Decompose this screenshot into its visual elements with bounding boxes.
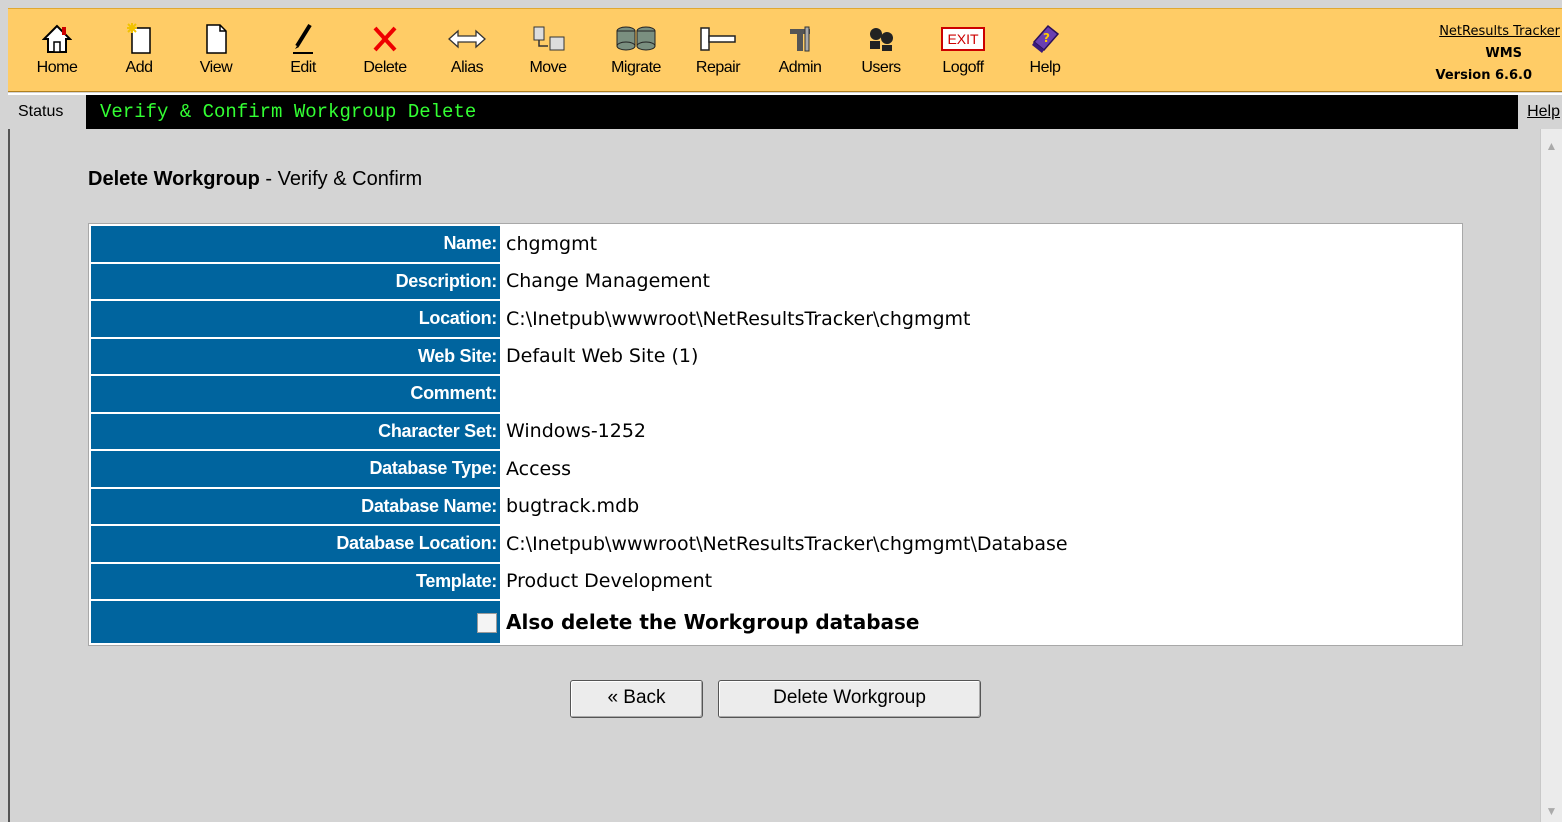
- table-row: Template: Product Development: [91, 563, 1460, 599]
- view-icon: [181, 21, 251, 57]
- status-bar: Status Verify & Confirm Workgroup Delete…: [8, 93, 1562, 129]
- product-edition: WMS: [1485, 46, 1522, 61]
- page-title-subtitle: - Verify & Confirm: [259, 168, 423, 190]
- row-value: Product Development: [502, 563, 1460, 599]
- product-branding: NetResults Tracker WMS Version 6.6.0: [1436, 21, 1561, 87]
- row-label: Web Site:: [91, 338, 500, 374]
- users-icon: [846, 21, 916, 57]
- frame-border: [8, 129, 10, 822]
- toolbar-help[interactable]: ? Help: [1010, 21, 1080, 77]
- row-value: Windows-1252: [502, 413, 1460, 449]
- product-version: Version 6.6.0: [1435, 68, 1533, 83]
- workgroup-details-table: Name: chgmgmt Description: Change Manageme…: [88, 223, 1463, 646]
- row-value: bugtrack.mdb: [502, 488, 1460, 524]
- move-icon: [513, 21, 583, 57]
- table-row: Comment:: [91, 376, 1460, 412]
- row-label: Template:: [91, 563, 500, 599]
- delete-icon: [350, 21, 420, 57]
- toolbar-migrate[interactable]: Migrate: [601, 21, 671, 77]
- toolbar-add[interactable]: Add: [104, 21, 174, 77]
- row-value: Default Web Site (1): [502, 338, 1460, 374]
- toolbar-admin-label: Admin: [778, 59, 822, 76]
- toolbar-repair[interactable]: Repair: [683, 21, 753, 77]
- row-label: Database Type:: [91, 451, 500, 487]
- scroll-down-icon[interactable]: ▼: [1541, 800, 1562, 822]
- delete-database-label: Also delete the Workgroup database: [502, 601, 1460, 643]
- toolbar-migrate-label: Migrate: [611, 59, 661, 76]
- help-link[interactable]: Help: [1518, 95, 1562, 129]
- row-value: C:\Inetpub\wwwroot\NetResultsTracker\chg…: [502, 301, 1460, 337]
- toolbar-edit[interactable]: Edit: [268, 21, 338, 77]
- logoff-icon: EXIT: [928, 21, 998, 57]
- toolbar-logoff-label: Logoff: [942, 59, 984, 76]
- status-message: Verify & Confirm Workgroup Delete: [100, 101, 477, 123]
- toolbar-users[interactable]: Users: [846, 21, 916, 77]
- toolbar-edit-label: Edit: [290, 59, 316, 76]
- vertical-scrollbar[interactable]: ▲ ▼: [1540, 129, 1562, 822]
- row-value: Change Management: [502, 263, 1460, 299]
- table-row: Web Site: Default Web Site (1): [91, 338, 1460, 374]
- toolbar-logoff[interactable]: EXIT Logoff: [928, 21, 998, 77]
- toolbar-users-label: Users: [861, 59, 901, 76]
- toolbar-home-label: Home: [36, 59, 78, 76]
- toolbar-alias[interactable]: Alias: [432, 21, 502, 77]
- toolbar-alias-label: Alias: [450, 59, 484, 76]
- toolbar-admin[interactable]: Admin: [765, 21, 835, 77]
- svg-text:?: ?: [1043, 31, 1050, 45]
- page-title: Delete Workgroup - Verify & Confirm: [88, 168, 422, 191]
- status-label: Status: [8, 95, 86, 129]
- row-label: Location:: [91, 301, 500, 337]
- delete-database-cell: [91, 601, 500, 643]
- scroll-up-icon[interactable]: ▲: [1541, 135, 1562, 157]
- row-value: chgmgmt: [502, 226, 1460, 262]
- delete-workgroup-button[interactable]: Delete Workgroup: [718, 680, 981, 718]
- admin-icon: [765, 21, 835, 57]
- add-icon: [104, 21, 174, 57]
- toolbar-help-label: Help: [1029, 59, 1061, 76]
- toolbar-move-label: Move: [529, 59, 567, 76]
- toolbar-view[interactable]: View: [181, 21, 251, 77]
- table-row: Character Set: Windows-1252: [91, 413, 1460, 449]
- main-toolbar: Home Add View Edit Delete Alias Move Mig…: [8, 8, 1562, 92]
- exit-sign: EXIT: [941, 27, 985, 51]
- delete-database-row: Also delete the Workgroup database: [91, 601, 1460, 643]
- migrate-icon: [601, 21, 671, 57]
- row-label: Character Set:: [91, 413, 500, 449]
- row-label: Description:: [91, 263, 500, 299]
- toolbar-repair-label: Repair: [695, 59, 741, 76]
- row-label: Database Name:: [91, 488, 500, 524]
- toolbar-delete[interactable]: Delete: [350, 21, 420, 77]
- toolbar-delete-label: Delete: [363, 59, 407, 76]
- toolbar-add-label: Add: [125, 59, 153, 76]
- row-label: Database Location:: [91, 526, 500, 562]
- back-button[interactable]: « Back: [570, 680, 703, 718]
- toolbar-view-label: View: [199, 59, 233, 76]
- row-value: Access: [502, 451, 1460, 487]
- product-name-link[interactable]: NetResults Tracker: [1439, 24, 1560, 39]
- table-row: Database Type: Access: [91, 451, 1460, 487]
- row-label: Name:: [91, 226, 500, 262]
- table-row: Database Name: bugtrack.mdb: [91, 488, 1460, 524]
- table-row: Database Location: C:\Inetpub\wwwroot\Net…: [91, 526, 1460, 562]
- toolbar-move[interactable]: Move: [513, 21, 583, 77]
- row-value: C:\Inetpub\wwwroot\NetResultsTracker\chg…: [502, 526, 1460, 562]
- row-label: Comment:: [91, 376, 500, 412]
- home-icon: [22, 21, 92, 57]
- delete-database-checkbox[interactable]: [477, 612, 497, 633]
- edit-icon: [268, 21, 338, 57]
- alias-icon: [432, 21, 502, 57]
- page-title-bold: Delete Workgroup: [88, 168, 260, 190]
- table-row: Description: Change Management: [91, 263, 1460, 299]
- repair-icon: [683, 21, 753, 57]
- help-icon: ?: [1010, 21, 1080, 57]
- table-row: Name: chgmgmt: [91, 226, 1460, 262]
- table-row: Location: C:\Inetpub\wwwroot\NetResultsTr…: [91, 301, 1460, 337]
- row-value: [502, 376, 1460, 412]
- toolbar-home[interactable]: Home: [22, 21, 92, 77]
